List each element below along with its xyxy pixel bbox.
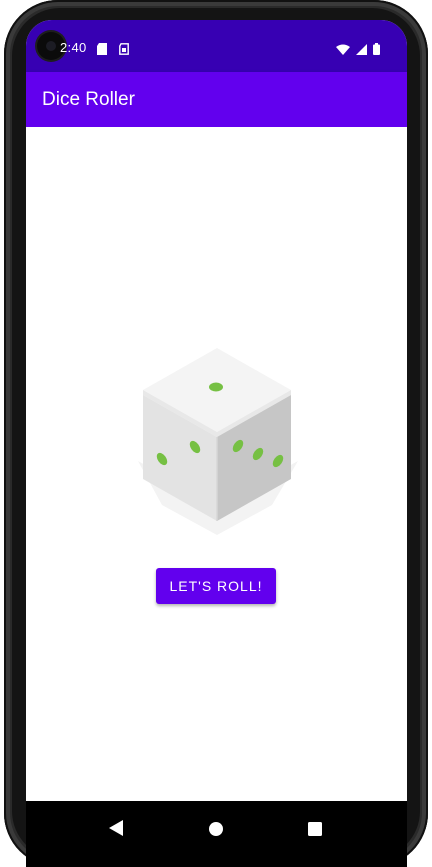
back-triangle-icon bbox=[109, 820, 123, 840]
wifi-icon bbox=[336, 40, 350, 59]
home-circle-icon bbox=[209, 821, 223, 840]
sim-icon bbox=[119, 40, 129, 59]
nav-overview-button[interactable] bbox=[300, 815, 330, 845]
roll-button[interactable]: LET'S ROLL! bbox=[156, 568, 276, 604]
dice-icon bbox=[132, 345, 302, 539]
nav-back-button[interactable] bbox=[101, 815, 131, 845]
nav-home-button[interactable] bbox=[201, 815, 231, 845]
main-content: LET'S ROLL! bbox=[26, 127, 407, 801]
phone-screen: 2:40 Dice Roller LET'S ROLL! bbox=[26, 20, 407, 867]
app-bar: Dice Roller bbox=[26, 72, 407, 127]
navigation-bar bbox=[26, 801, 407, 867]
signal-icon bbox=[356, 40, 367, 59]
sd-card-icon bbox=[97, 40, 107, 59]
status-icons-right bbox=[336, 40, 380, 59]
battery-icon bbox=[373, 40, 380, 59]
status-time: 2:40 bbox=[60, 40, 87, 55]
status-icons-left bbox=[97, 40, 129, 59]
overview-square-icon bbox=[308, 821, 322, 840]
app-title: Dice Roller bbox=[42, 89, 135, 110]
status-bar: 2:40 bbox=[26, 20, 407, 72]
